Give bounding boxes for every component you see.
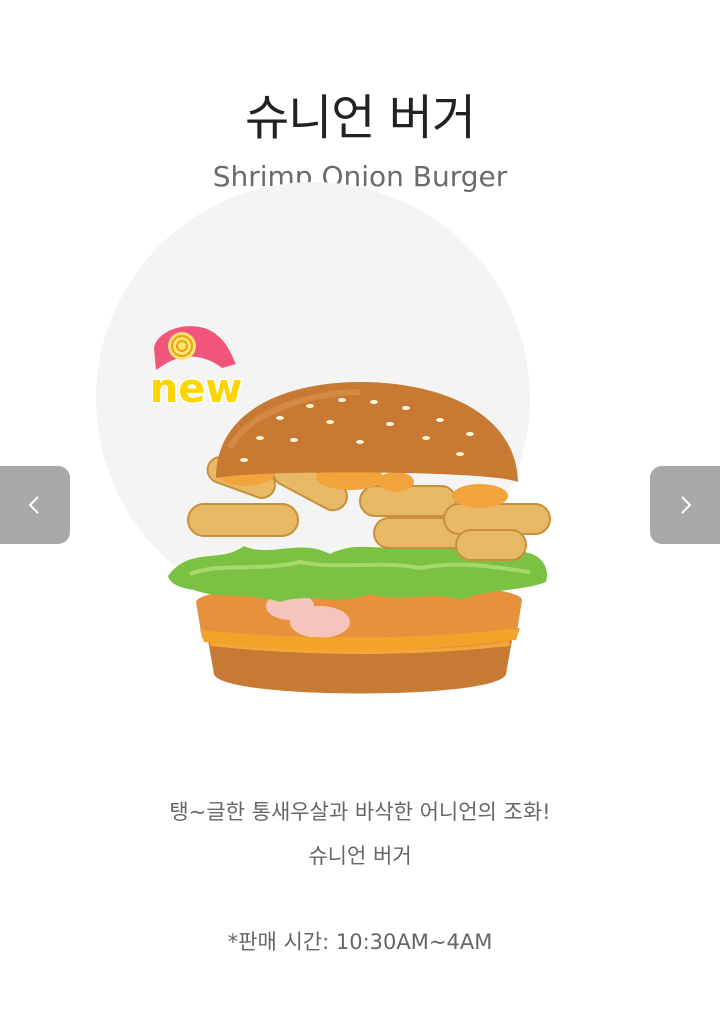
chevron-right-icon — [681, 496, 692, 514]
product-description-name: 슈니언 버거 — [308, 844, 412, 868]
sales-hours: *판매 시간: 10:30AM~4AM — [227, 930, 493, 954]
prev-button[interactable] — [0, 466, 70, 544]
burger-image — [168, 382, 551, 694]
next-button[interactable] — [650, 466, 720, 544]
chevron-left-icon — [28, 496, 39, 514]
product-title: 슈니언 버거 — [244, 90, 476, 146]
product-description: 탱~글한 통새우살과 바삭한 어니언의 조화! — [169, 800, 551, 824]
shrimp-icon — [154, 326, 236, 370]
